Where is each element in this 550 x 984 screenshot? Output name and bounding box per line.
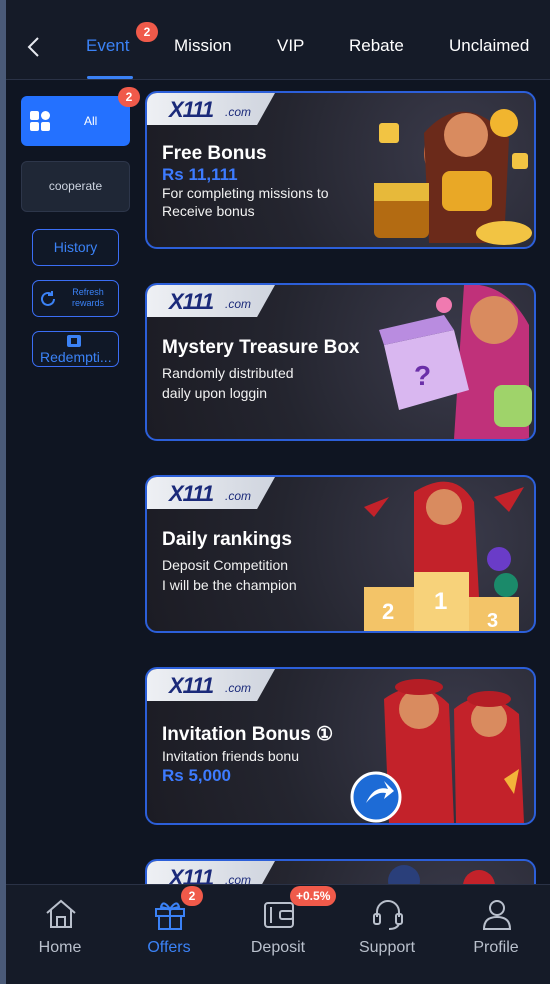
banner-title: Mystery Treasure Box	[162, 337, 360, 358]
banner-subtitle-line-2: daily upon loggin	[162, 385, 268, 401]
nav-profile-label: Profile	[473, 939, 519, 956]
banner-amount: Rs 11,111	[162, 165, 238, 184]
side-menu-all-label: All	[84, 114, 98, 128]
gift-icon	[155, 902, 185, 930]
brand-logo: X111 .com	[147, 93, 275, 125]
nav-home-label: Home	[38, 939, 82, 956]
nav-deposit-badge: +0.5%	[290, 886, 337, 906]
left-edge-bar	[0, 0, 6, 984]
nav-support-label: Support	[358, 939, 416, 956]
pilots-illustration	[350, 679, 524, 823]
banner-free-bonus[interactable]: X111 .com Free Bonus Rs 11,111 For comple…	[145, 91, 536, 249]
treasure-chest-illustration	[374, 109, 532, 245]
banner-subtitle-line-1: Invitation friends bonu	[162, 748, 299, 764]
active-tab-indicator	[87, 76, 133, 79]
svg-text:3: 3	[487, 610, 498, 631]
podium-illustration: 2 1 3	[364, 481, 524, 631]
tab-vip[interactable]: VIP	[277, 36, 304, 56]
redemption-button[interactable]: Redempti...	[32, 331, 119, 367]
banner-subtitle-line-1: Deposit Competition	[162, 557, 289, 573]
gift-box-illustration: ?	[379, 285, 532, 439]
grid-icon	[30, 111, 50, 131]
nav-support[interactable]: Support	[333, 885, 441, 984]
refresh-rewards-label: Refresh rewards	[71, 287, 104, 308]
brand-logo: X111 .com	[147, 669, 275, 701]
tab-mission[interactable]: Mission	[174, 36, 232, 56]
refresh-rewards-button[interactable]: Refresh rewards	[32, 280, 119, 317]
side-menu-cooperate[interactable]: cooperate	[21, 161, 130, 212]
tab-unclaimed[interactable]: Unclaimed	[449, 36, 529, 56]
tab-event-badge: 2	[136, 22, 158, 42]
banner-subtitle-line-2: Receive bonus	[162, 203, 255, 219]
refresh-icon	[41, 291, 55, 306]
user-icon	[482, 900, 512, 930]
banner-daily-rankings[interactable]: X111 .com Daily rankings Deposit Competit…	[145, 475, 536, 633]
svg-text:2: 2	[382, 599, 394, 624]
ticket-icon	[67, 335, 81, 347]
nav-offers[interactable]: 2 Offers	[115, 885, 223, 984]
nav-deposit-label: Deposit	[250, 939, 306, 956]
banner-title: Free Bonus	[162, 143, 267, 164]
redemption-label: Redempti...	[40, 349, 112, 365]
app-frame: Event 2 Mission VIP Rebate Unclaimed All…	[0, 0, 550, 984]
side-menu-all-badge: 2	[118, 87, 140, 107]
headset-icon	[373, 900, 403, 930]
tab-rebate[interactable]: Rebate	[349, 36, 404, 56]
side-menu-all[interactable]: All	[21, 96, 130, 146]
info-icon: ①	[316, 724, 334, 745]
home-icon	[46, 899, 76, 928]
tab-event[interactable]: Event	[86, 36, 129, 56]
back-arrow-icon[interactable]	[24, 36, 46, 58]
top-tab-bar: Event 2 Mission VIP Rebate Unclaimed	[6, 0, 550, 80]
banner-subtitle-line-1: Randomly distributed	[162, 365, 294, 381]
banner-amount: Rs 5,000	[162, 766, 231, 785]
history-button[interactable]: History	[32, 229, 119, 266]
banner-subtitle-line-1: For completing missions to	[162, 185, 329, 201]
svg-text:?: ?	[414, 360, 431, 391]
nav-deposit[interactable]: +0.5% Deposit	[224, 885, 337, 984]
banner-mystery-treasure-box[interactable]: X111 .com Mystery Treasure Box Randomly d…	[145, 283, 536, 441]
brand-logo: X111 .com	[147, 477, 275, 509]
nav-profile[interactable]: Profile	[442, 885, 550, 984]
banner-invitation-bonus[interactable]: X111 .com Invitation Bonus ① Invitation f…	[145, 667, 536, 825]
banner-title: Invitation Bonus ①	[162, 724, 334, 745]
bottom-navigation: Home 2 Offers +0.5% Deposit Support Prof…	[6, 884, 550, 984]
banner-subtitle-line-2: I will be the champion	[162, 577, 297, 593]
nav-offers-badge: 2	[181, 886, 203, 906]
nav-offers-label: Offers	[147, 939, 191, 956]
banner-title: Daily rankings	[162, 529, 292, 550]
svg-text:1: 1	[434, 588, 447, 615]
nav-home[interactable]: Home	[6, 885, 114, 984]
brand-logo: X111 .com	[147, 285, 275, 317]
wallet-icon	[264, 902, 294, 928]
